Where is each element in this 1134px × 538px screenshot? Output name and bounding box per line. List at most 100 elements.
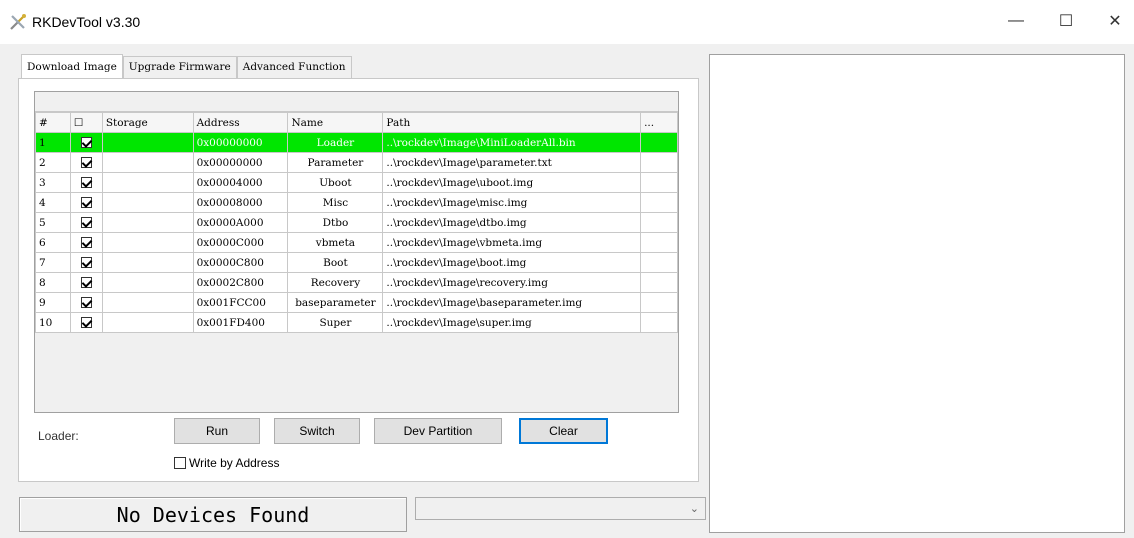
checkbox-icon[interactable] — [80, 177, 92, 188]
row-browse[interactable] — [640, 152, 678, 173]
row-name: Loader — [287, 132, 384, 153]
row-path[interactable]: ..\rockdev\Image\uboot.img — [382, 172, 642, 193]
write-by-address-checkbox[interactable]: Write by Address — [174, 456, 279, 470]
row-browse[interactable] — [640, 212, 678, 233]
header-path[interactable]: Path — [382, 112, 642, 133]
row-path[interactable]: ..\rockdev\Image\misc.img — [382, 192, 642, 213]
row-path[interactable]: ..\rockdev\Image\baseparameter.img — [382, 292, 642, 313]
row-name: Super — [287, 312, 384, 333]
tab-download-image[interactable]: Download Image — [21, 54, 123, 78]
checkbox-icon[interactable] — [80, 297, 92, 308]
row-address[interactable]: 0x0000C000 — [192, 232, 289, 253]
checkbox-icon[interactable] — [80, 237, 92, 248]
row-checkbox[interactable] — [69, 272, 103, 293]
row-address[interactable]: 0x0000C800 — [192, 252, 289, 273]
table-row[interactable]: 7 0x0000C800 Boot ..\rockdev\Image\boot.img — [35, 252, 678, 273]
row-number: 1 — [35, 132, 71, 153]
maximize-button[interactable]: ☐ — [1043, 8, 1089, 34]
clear-button[interactable]: Clear — [519, 418, 608, 444]
row-address[interactable]: 0x001FCC00 — [192, 292, 289, 313]
row-checkbox[interactable] — [69, 132, 103, 153]
loader-label: Loader: — [38, 429, 79, 443]
row-browse[interactable] — [640, 132, 678, 153]
table-row[interactable]: 8 0x0002C800 Recovery ..\rockdev\Image\reco… — [35, 272, 678, 293]
rk-tool-icon — [10, 14, 26, 30]
row-browse[interactable] — [640, 252, 678, 273]
row-path[interactable]: ..\rockdev\Image\super.img — [382, 312, 642, 333]
checkbox-icon[interactable] — [80, 157, 92, 168]
row-number: 6 — [35, 232, 71, 253]
row-address[interactable]: 0x00008000 — [192, 192, 289, 213]
row-address[interactable]: 0x00000000 — [192, 132, 289, 153]
table-row[interactable]: 9 0x001FCC00 baseparameter ..\rockdev\Image… — [35, 292, 678, 313]
row-browse[interactable] — [640, 232, 678, 253]
table-row[interactable]: 3 0x00004000 Uboot ..\rockdev\Image\uboot.i… — [35, 172, 678, 193]
row-path[interactable]: ..\rockdev\Image\parameter.txt — [382, 152, 642, 173]
table-row[interactable]: 2 0x00000000 Parameter ..\rockdev\Image\par… — [35, 152, 678, 173]
row-checkbox[interactable] — [69, 292, 103, 313]
row-address[interactable]: 0x0002C800 — [192, 272, 289, 293]
header-storage[interactable]: Storage — [101, 112, 194, 133]
row-path[interactable]: ..\rockdev\Image\recovery.img — [382, 272, 642, 293]
row-address[interactable]: 0x00004000 — [192, 172, 289, 193]
row-path[interactable]: ..\rockdev\Image\MiniLoaderAll.bin — [382, 132, 642, 153]
tab-advanced-function[interactable]: Advanced Function — [236, 56, 352, 78]
dev-partition-button[interactable]: Dev Partition — [374, 418, 502, 444]
row-address[interactable]: 0x001FD400 — [192, 312, 289, 333]
row-name: Misc — [287, 192, 384, 213]
partition-table: # ☐ Storage Address Name Path ... 1 0x000… — [34, 91, 679, 413]
header-number[interactable]: # — [35, 112, 71, 133]
row-address[interactable]: 0x0000A000 — [192, 212, 289, 233]
row-name: vbmeta — [287, 232, 384, 253]
checkbox-icon[interactable] — [80, 277, 92, 288]
write-by-address-box[interactable] — [174, 457, 186, 469]
row-browse[interactable] — [640, 292, 678, 313]
checkbox-icon[interactable] — [80, 217, 92, 228]
header-name[interactable]: Name — [287, 112, 384, 133]
switch-button[interactable]: Switch — [274, 418, 360, 444]
row-name: baseparameter — [287, 292, 384, 313]
row-checkbox[interactable] — [69, 212, 103, 233]
header-more[interactable]: ... — [640, 112, 678, 133]
row-storage — [101, 292, 194, 313]
checkbox-icon[interactable] — [80, 257, 92, 268]
checkbox-icon[interactable] — [80, 197, 92, 208]
row-number: 5 — [35, 212, 71, 233]
row-checkbox[interactable] — [69, 192, 103, 213]
row-storage — [101, 212, 194, 233]
tab-strip: Download Image Upgrade Firmware Advanced… — [21, 54, 352, 78]
row-name: Recovery — [287, 272, 384, 293]
row-checkbox[interactable] — [69, 252, 103, 273]
row-path[interactable]: ..\rockdev\Image\boot.img — [382, 252, 642, 273]
row-browse[interactable] — [640, 272, 678, 293]
row-checkbox[interactable] — [69, 172, 103, 193]
row-browse[interactable] — [640, 192, 678, 213]
table-row[interactable]: 5 0x0000A000 Dtbo ..\rockdev\Image\dtbo.img — [35, 212, 678, 233]
table-row[interactable]: 6 0x0000C000 vbmeta ..\rockdev\Image\vbmeta… — [35, 232, 678, 253]
checkbox-icon[interactable] — [80, 317, 92, 328]
row-checkbox[interactable] — [69, 312, 103, 333]
tab-upgrade-firmware[interactable]: Upgrade Firmware — [122, 56, 237, 78]
run-button[interactable]: Run — [174, 418, 260, 444]
chevron-down-icon[interactable]: ⌄ — [690, 502, 699, 515]
row-checkbox[interactable] — [69, 232, 103, 253]
row-browse[interactable] — [640, 312, 678, 333]
row-browse[interactable] — [640, 172, 678, 193]
device-select[interactable]: ⌄ — [415, 497, 706, 520]
table-row[interactable]: 1 0x00000000 Loader ..\rockdev\Image\MiniLo… — [35, 132, 678, 153]
close-button[interactable]: ✕ — [1092, 8, 1134, 34]
checkbox-icon[interactable] — [80, 137, 92, 148]
row-path[interactable]: ..\rockdev\Image\dtbo.img — [382, 212, 642, 233]
row-name: Uboot — [287, 172, 384, 193]
row-path[interactable]: ..\rockdev\Image\vbmeta.img — [382, 232, 642, 253]
row-checkbox[interactable] — [69, 152, 103, 173]
header-address[interactable]: Address — [192, 112, 289, 133]
table-row[interactable]: 10 0x001FD400 Super ..\rockdev\Image\super.… — [35, 312, 678, 333]
table-top-bar — [35, 92, 678, 112]
header-select-all[interactable]: ☐ — [69, 112, 103, 133]
row-storage — [101, 132, 194, 153]
row-address[interactable]: 0x00000000 — [192, 152, 289, 173]
row-name: Boot — [287, 252, 384, 273]
table-row[interactable]: 4 0x00008000 Misc ..\rockdev\Image\misc.img — [35, 192, 678, 213]
minimize-button[interactable]: — — [993, 8, 1039, 34]
